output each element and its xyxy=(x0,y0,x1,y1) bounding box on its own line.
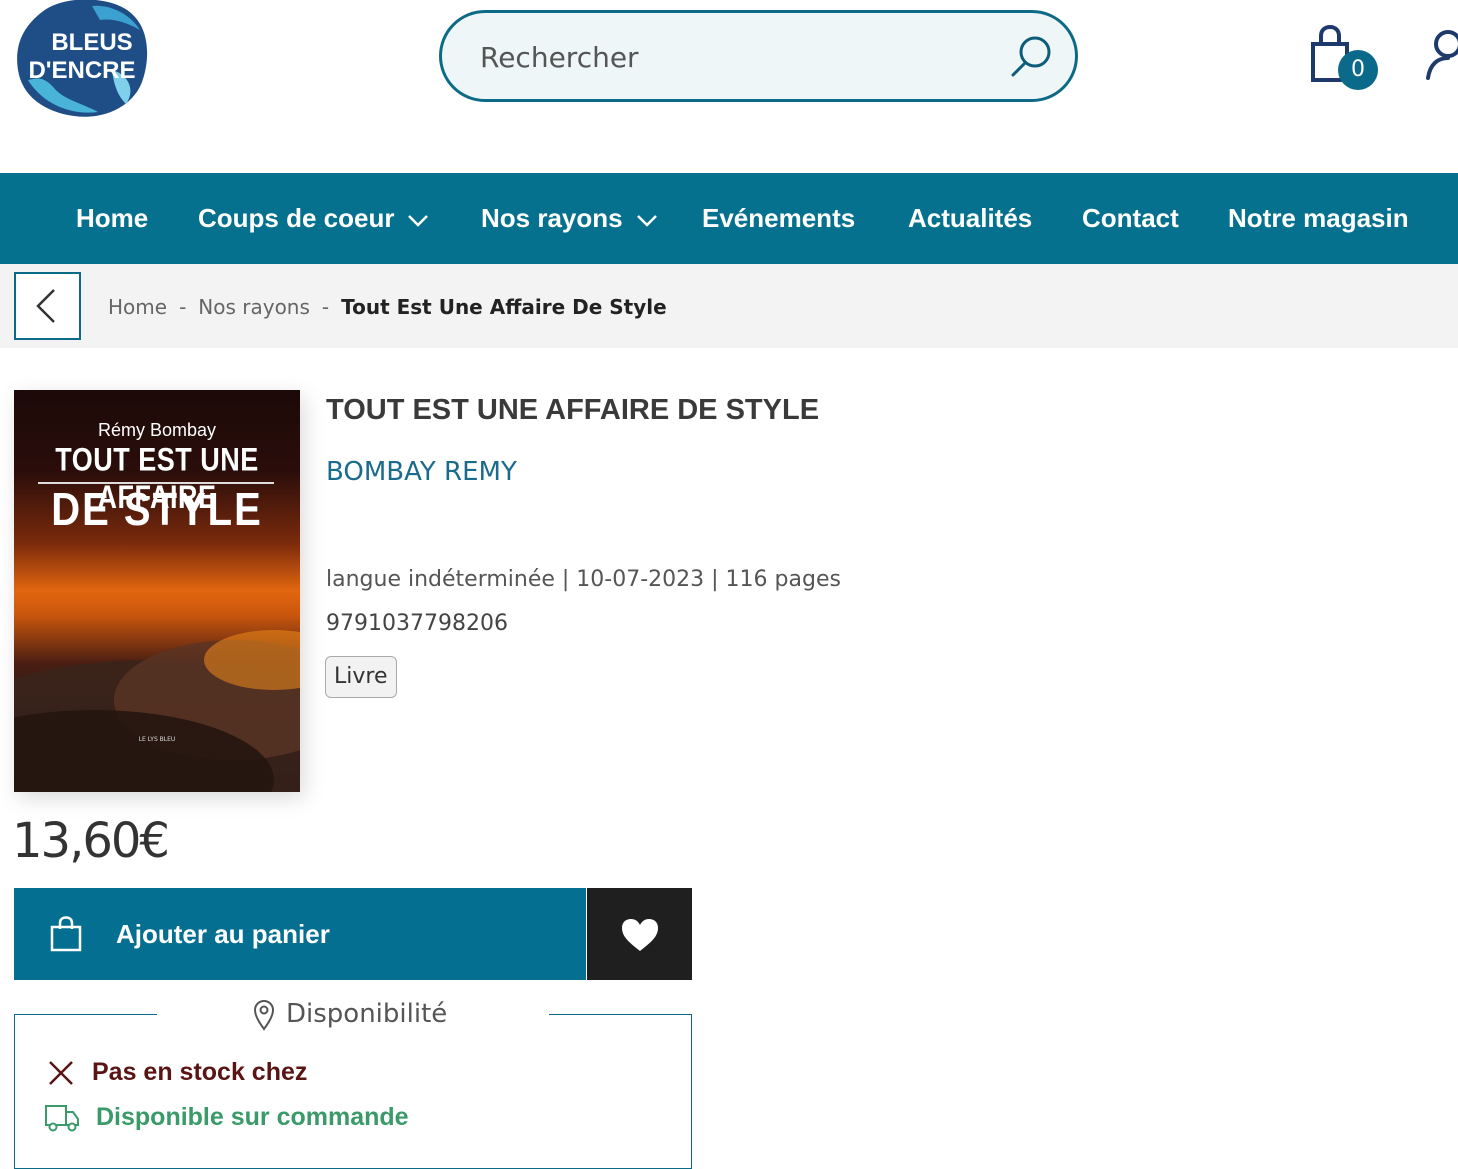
truck-icon xyxy=(45,1105,79,1132)
breadcrumb-separator: - xyxy=(179,295,187,319)
nav-item-coups-de-coeur[interactable]: Coups de coeur xyxy=(198,173,430,264)
availability-order-text: Disponible sur commande xyxy=(96,1103,409,1131)
nav-item-label: Contact xyxy=(1082,203,1179,233)
logo[interactable]: BLEUS D'ENCRE xyxy=(14,0,148,122)
logo-line1: BLEUS xyxy=(51,29,132,56)
nav-item-contact[interactable]: Contact xyxy=(1082,173,1179,264)
format-badge: Livre xyxy=(325,656,397,698)
availability-border-left xyxy=(14,1014,157,1015)
availability-in-store: Pas en stock chez xyxy=(46,1058,307,1088)
product-price: 13,60€ xyxy=(12,813,170,869)
availability-title: Disponibilité xyxy=(252,996,447,1032)
breadcrumb-link-home[interactable]: Home xyxy=(108,295,167,319)
breadcrumb-current: Tout Est Une Affaire De Style xyxy=(341,295,667,319)
close-icon xyxy=(49,1061,73,1086)
nav-item-home[interactable]: Home xyxy=(76,173,148,264)
breadcrumb-link-nos-rayons[interactable]: Nos rayons xyxy=(198,295,310,319)
nav-item-label: Home xyxy=(76,203,149,233)
product-title: TOUT EST UNE AFFAIRE DE STYLE xyxy=(326,394,820,426)
add-to-cart-button[interactable]: Ajouter au panier xyxy=(14,888,586,980)
availability-in-store-text: Pas en stock chez xyxy=(92,1058,308,1086)
heart-icon xyxy=(622,919,658,951)
search-icon xyxy=(1011,36,1051,77)
chevron-down-icon xyxy=(408,215,429,227)
availability-order: Disponible sur commande xyxy=(44,1103,409,1133)
product-isbn: 9791037798206 xyxy=(326,611,508,636)
nav-item-label: Nos rayons xyxy=(481,203,623,233)
nav-item-nos-rayons[interactable]: Nos rayons xyxy=(481,173,659,264)
availability-box xyxy=(14,1014,692,1169)
availability-title-text: Disponibilité xyxy=(286,999,448,1029)
add-to-cart-label: Ajouter au panier xyxy=(116,919,330,949)
book-cover[interactable]: Rémy Bombay TOUT EST UNE AFFAIRE DE STYL… xyxy=(14,390,300,792)
shopping-bag-icon xyxy=(50,916,82,952)
account-button[interactable] xyxy=(1422,28,1458,84)
cover-title-line2: DE STYLE xyxy=(51,484,263,536)
product-meta: langue indéterminée | 10-07-2023 | 116 p… xyxy=(326,567,841,592)
nav-item-notre-magasin[interactable]: Notre magasin xyxy=(1228,173,1409,264)
nav-item-label: Evénements xyxy=(702,203,856,233)
cover-publisher: LE LYS BLEU xyxy=(138,736,176,743)
chevron-left-icon xyxy=(36,289,55,323)
cart-button[interactable]: 0 xyxy=(1306,24,1384,96)
availability-border-right xyxy=(549,1014,692,1015)
product-author-link[interactable]: BOMBAY REMY xyxy=(326,457,517,487)
breadcrumb: Home - Nos rayons - Tout Est Une Affaire De … xyxy=(108,264,667,348)
chevron-down-icon xyxy=(636,215,657,227)
cover-cloud-art xyxy=(14,630,300,792)
search-bar xyxy=(439,10,1078,102)
nav-item-actualites[interactable]: Actualités xyxy=(908,173,1032,264)
map-pin-icon xyxy=(253,999,275,1031)
breadcrumb-bar: Home - Nos rayons - Tout Est Une Affaire De … xyxy=(0,264,1458,348)
main-nav: Home Coups de coeur Nos rayons Evénement… xyxy=(0,173,1458,264)
search-input[interactable] xyxy=(480,39,980,75)
wishlist-button[interactable] xyxy=(587,888,692,980)
nav-item-evenements[interactable]: Evénements xyxy=(702,173,855,264)
user-icon xyxy=(1426,30,1458,80)
nav-item-label: Notre magasin xyxy=(1228,203,1409,233)
nav-item-label: Coups de coeur xyxy=(198,203,395,233)
cover-author: Rémy Bombay xyxy=(97,420,217,440)
breadcrumb-separator: - xyxy=(321,295,330,319)
nav-item-label: Actualités xyxy=(908,203,1033,233)
search-button[interactable] xyxy=(1007,33,1055,81)
logo-line2: D'ENCRE xyxy=(28,57,135,84)
cart-count-badge: 0 xyxy=(1338,50,1378,90)
back-button[interactable] xyxy=(14,272,81,340)
